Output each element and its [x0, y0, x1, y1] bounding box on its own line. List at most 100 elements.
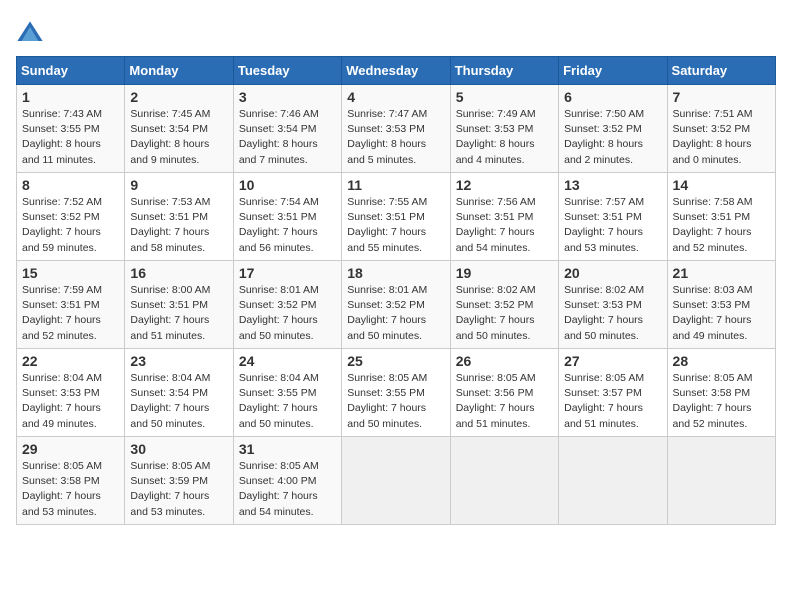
- day-number: 6: [564, 89, 661, 105]
- logo-icon: [16, 20, 44, 48]
- day-info: Sunrise: 7:54 AMSunset: 3:51 PMDaylight:…: [239, 196, 319, 254]
- day-cell-5: 5 Sunrise: 7:49 AMSunset: 3:53 PMDaylight…: [450, 85, 558, 173]
- col-header-friday: Friday: [559, 57, 667, 85]
- col-header-monday: Monday: [125, 57, 233, 85]
- week-row-3: 15 Sunrise: 7:59 AMSunset: 3:51 PMDayligh…: [17, 261, 776, 349]
- day-number: 31: [239, 441, 336, 457]
- day-cell-19: 19 Sunrise: 8:02 AMSunset: 3:52 PMDayligh…: [450, 261, 558, 349]
- day-cell-12: 12 Sunrise: 7:56 AMSunset: 3:51 PMDayligh…: [450, 173, 558, 261]
- day-info: Sunrise: 8:05 AMSunset: 3:57 PMDaylight:…: [564, 372, 644, 430]
- col-header-thursday: Thursday: [450, 57, 558, 85]
- day-info: Sunrise: 8:04 AMSunset: 3:55 PMDaylight:…: [239, 372, 319, 430]
- day-number: 10: [239, 177, 336, 193]
- day-number: 9: [130, 177, 227, 193]
- calendar-table: SundayMondayTuesdayWednesdayThursdayFrid…: [16, 56, 776, 525]
- day-cell-4: 4Sunrise: 7:47 AMSunset: 3:53 PMDaylight…: [342, 85, 450, 173]
- day-cell-22: 22 Sunrise: 8:04 AMSunset: 3:53 PMDayligh…: [17, 349, 125, 437]
- day-number: 26: [456, 353, 553, 369]
- day-number: 3: [239, 89, 336, 105]
- day-info: Sunrise: 7:56 AMSunset: 3:51 PMDaylight:…: [456, 196, 536, 254]
- day-cell-27: 27 Sunrise: 8:05 AMSunset: 3:57 PMDayligh…: [559, 349, 667, 437]
- day-info: Sunrise: 7:50 AMSunset: 3:52 PMDaylight:…: [564, 108, 644, 166]
- day-cell-26: 26 Sunrise: 8:05 AMSunset: 3:56 PMDayligh…: [450, 349, 558, 437]
- day-cell-17: 17 Sunrise: 8:01 AMSunset: 3:52 PMDayligh…: [233, 261, 341, 349]
- day-number: 30: [130, 441, 227, 457]
- day-cell-2: 2 Sunrise: 7:45 AMSunset: 3:54 PMDaylight…: [125, 85, 233, 173]
- col-header-sunday: Sunday: [17, 57, 125, 85]
- day-info: Sunrise: 7:58 AMSunset: 3:51 PMDaylight:…: [673, 196, 753, 254]
- day-number: 18: [347, 265, 444, 281]
- day-info: Sunrise: 8:05 AMSunset: 3:59 PMDaylight:…: [130, 460, 210, 518]
- day-cell-16: 16 Sunrise: 8:00 AMSunset: 3:51 PMDayligh…: [125, 261, 233, 349]
- day-cell-13: 13Sunrise: 7:57 AMSunset: 3:51 PMDayligh…: [559, 173, 667, 261]
- day-info: Sunrise: 7:46 AMSunset: 3:54 PMDaylight:…: [239, 108, 319, 166]
- day-info: Sunrise: 7:43 AMSunset: 3:55 PMDaylight:…: [22, 108, 102, 166]
- day-number: 12: [456, 177, 553, 193]
- day-info: Sunrise: 8:00 AMSunset: 3:51 PMDaylight:…: [130, 284, 210, 342]
- day-info: Sunrise: 7:45 AMSunset: 3:54 PMDaylight:…: [130, 108, 210, 166]
- day-number: 21: [673, 265, 770, 281]
- day-number: 17: [239, 265, 336, 281]
- day-info: Sunrise: 7:55 AMSunset: 3:51 PMDaylight:…: [347, 196, 427, 254]
- day-number: 23: [130, 353, 227, 369]
- day-cell-21: 21 Sunrise: 8:03 AMSunset: 3:53 PMDayligh…: [667, 261, 775, 349]
- empty-cell: [559, 437, 667, 525]
- week-row-4: 22 Sunrise: 8:04 AMSunset: 3:53 PMDayligh…: [17, 349, 776, 437]
- day-number: 29: [22, 441, 119, 457]
- day-info: Sunrise: 7:47 AMSunset: 3:53 PMDaylight:…: [347, 108, 427, 166]
- day-number: 20: [564, 265, 661, 281]
- day-cell-24: 24Sunrise: 8:04 AMSunset: 3:55 PMDayligh…: [233, 349, 341, 437]
- day-number: 25: [347, 353, 444, 369]
- day-info: Sunrise: 7:52 AMSunset: 3:52 PMDaylight:…: [22, 196, 102, 254]
- day-info: Sunrise: 7:51 AMSunset: 3:52 PMDaylight:…: [673, 108, 753, 166]
- day-cell-6: 6 Sunrise: 7:50 AMSunset: 3:52 PMDaylight…: [559, 85, 667, 173]
- day-number: 14: [673, 177, 770, 193]
- day-info: Sunrise: 7:59 AMSunset: 3:51 PMDaylight:…: [22, 284, 102, 342]
- day-number: 1: [22, 89, 119, 105]
- day-info: Sunrise: 8:04 AMSunset: 3:53 PMDaylight:…: [22, 372, 102, 430]
- day-number: 28: [673, 353, 770, 369]
- day-cell-3: 3 Sunrise: 7:46 AMSunset: 3:54 PMDaylight…: [233, 85, 341, 173]
- day-cell-9: 9Sunrise: 7:53 AMSunset: 3:51 PMDaylight…: [125, 173, 233, 261]
- day-info: Sunrise: 8:03 AMSunset: 3:53 PMDaylight:…: [673, 284, 753, 342]
- week-row-5: 29 Sunrise: 8:05 AMSunset: 3:58 PMDayligh…: [17, 437, 776, 525]
- empty-cell: [667, 437, 775, 525]
- day-info: Sunrise: 8:05 AMSunset: 4:00 PMDaylight:…: [239, 460, 319, 518]
- day-number: 16: [130, 265, 227, 281]
- day-cell-29: 29 Sunrise: 8:05 AMSunset: 3:58 PMDayligh…: [17, 437, 125, 525]
- day-info: Sunrise: 8:04 AMSunset: 3:54 PMDaylight:…: [130, 372, 210, 430]
- day-number: 13: [564, 177, 661, 193]
- week-row-1: 1 Sunrise: 7:43 AMSunset: 3:55 PMDaylight…: [17, 85, 776, 173]
- day-number: 19: [456, 265, 553, 281]
- day-cell-30: 30 Sunrise: 8:05 AMSunset: 3:59 PMDayligh…: [125, 437, 233, 525]
- day-cell-20: 20 Sunrise: 8:02 AMSunset: 3:53 PMDayligh…: [559, 261, 667, 349]
- day-info: Sunrise: 8:05 AMSunset: 3:56 PMDaylight:…: [456, 372, 536, 430]
- empty-cell: [450, 437, 558, 525]
- day-info: Sunrise: 8:01 AMSunset: 3:52 PMDaylight:…: [347, 284, 427, 342]
- day-cell-25: 25 Sunrise: 8:05 AMSunset: 3:55 PMDayligh…: [342, 349, 450, 437]
- day-cell-11: 11 Sunrise: 7:55 AMSunset: 3:51 PMDayligh…: [342, 173, 450, 261]
- logo: [16, 20, 48, 48]
- day-cell-18: 18 Sunrise: 8:01 AMSunset: 3:52 PMDayligh…: [342, 261, 450, 349]
- day-cell-15: 15 Sunrise: 7:59 AMSunset: 3:51 PMDayligh…: [17, 261, 125, 349]
- day-info: Sunrise: 8:01 AMSunset: 3:52 PMDaylight:…: [239, 284, 319, 342]
- day-cell-14: 14 Sunrise: 7:58 AMSunset: 3:51 PMDayligh…: [667, 173, 775, 261]
- day-number: 15: [22, 265, 119, 281]
- day-number: 27: [564, 353, 661, 369]
- day-number: 5: [456, 89, 553, 105]
- day-info: Sunrise: 7:49 AMSunset: 3:53 PMDaylight:…: [456, 108, 536, 166]
- day-info: Sunrise: 8:02 AMSunset: 3:52 PMDaylight:…: [456, 284, 536, 342]
- day-info: Sunrise: 8:05 AMSunset: 3:58 PMDaylight:…: [22, 460, 102, 518]
- day-number: 2: [130, 89, 227, 105]
- day-cell-7: 7Sunrise: 7:51 AMSunset: 3:52 PMDaylight…: [667, 85, 775, 173]
- day-info: Sunrise: 8:05 AMSunset: 3:55 PMDaylight:…: [347, 372, 427, 430]
- col-header-tuesday: Tuesday: [233, 57, 341, 85]
- empty-cell: [342, 437, 450, 525]
- week-row-2: 8Sunrise: 7:52 AMSunset: 3:52 PMDaylight…: [17, 173, 776, 261]
- day-info: Sunrise: 8:02 AMSunset: 3:53 PMDaylight:…: [564, 284, 644, 342]
- day-cell-8: 8Sunrise: 7:52 AMSunset: 3:52 PMDaylight…: [17, 173, 125, 261]
- day-number: 11: [347, 177, 444, 193]
- col-header-saturday: Saturday: [667, 57, 775, 85]
- day-cell-23: 23 Sunrise: 8:04 AMSunset: 3:54 PMDayligh…: [125, 349, 233, 437]
- day-number: 22: [22, 353, 119, 369]
